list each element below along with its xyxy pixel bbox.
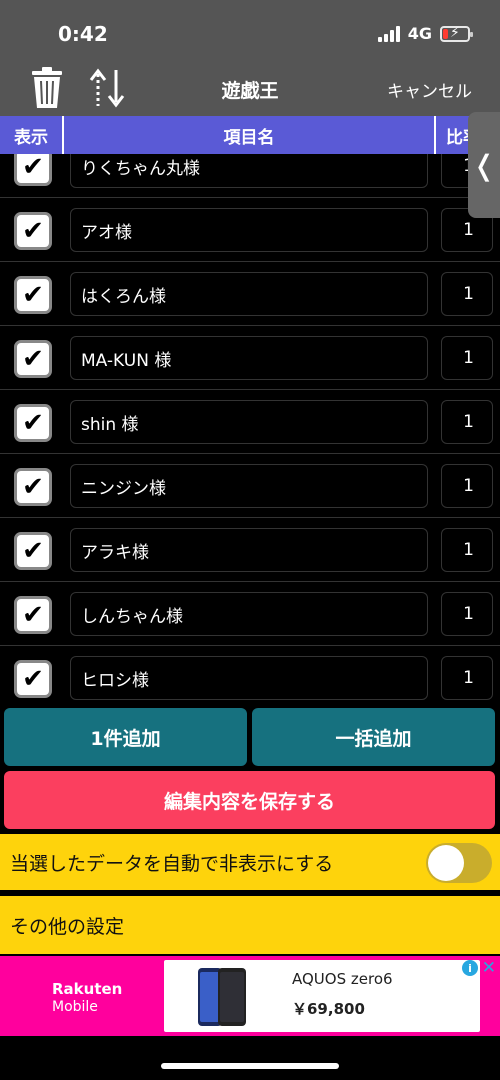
network-type: 4G bbox=[407, 24, 432, 43]
info-icon[interactable]: i bbox=[462, 960, 478, 976]
header-show: 表示 bbox=[0, 116, 64, 154]
table-header: 表示 項目名 比率 bbox=[0, 116, 500, 154]
list-item: ✔ アオ様 1 bbox=[0, 198, 500, 262]
list-item: ✔ りくちゃん丸様 1 bbox=[0, 154, 500, 198]
show-checkbox[interactable]: ✔ bbox=[14, 212, 52, 250]
checkmark-icon: ✔ bbox=[22, 344, 44, 374]
header-name: 項目名 bbox=[64, 116, 436, 154]
item-name-input[interactable]: shin 様 bbox=[70, 400, 428, 444]
checkmark-icon: ✔ bbox=[22, 600, 44, 630]
toggle-knob bbox=[428, 845, 464, 881]
save-button[interactable]: 編集内容を保存する bbox=[4, 771, 495, 829]
auto-hide-label: 当選したデータを自動で非表示にする bbox=[10, 852, 334, 875]
other-settings-label: その他の設定 bbox=[10, 915, 125, 938]
item-name-input[interactable]: ニンジン様 bbox=[70, 464, 428, 508]
show-checkbox[interactable]: ✔ bbox=[14, 596, 52, 634]
ad-brand: Rakuten Mobile bbox=[52, 980, 122, 1016]
close-icon[interactable]: ✕ bbox=[482, 958, 496, 978]
checkmark-icon: ✔ bbox=[22, 472, 44, 502]
ad-banner[interactable]: Rakuten Mobile AQUOS zero6 ￥69,800 i ✕ bbox=[0, 956, 500, 1036]
list-item: ✔ ニンジン様 1 bbox=[0, 454, 500, 518]
signal-icon bbox=[377, 25, 400, 42]
status-time: 0:42 bbox=[58, 22, 108, 46]
phone-image bbox=[198, 968, 246, 1026]
home-indicator bbox=[161, 1063, 339, 1069]
other-settings-button[interactable]: その他の設定 bbox=[0, 896, 500, 954]
list-item: ✔ はくろん様 1 bbox=[0, 262, 500, 326]
list-item: ✔ アラキ様 1 bbox=[0, 518, 500, 582]
side-panel-tab[interactable]: ❬ bbox=[468, 112, 500, 218]
show-checkbox[interactable]: ✔ bbox=[14, 468, 52, 506]
checkmark-icon: ✔ bbox=[22, 408, 44, 438]
show-checkbox[interactable]: ✔ bbox=[14, 404, 52, 442]
item-ratio-input[interactable]: 1 bbox=[441, 464, 493, 508]
auto-hide-setting: 当選したデータを自動で非表示にする bbox=[0, 834, 500, 890]
status-bar: 0:42 4G ⚡ bbox=[0, 0, 500, 64]
checkmark-icon: ✔ bbox=[22, 536, 44, 566]
cancel-button[interactable]: キャンセル bbox=[387, 77, 472, 102]
battery-icon: ⚡ bbox=[440, 25, 473, 42]
checkmark-icon: ✔ bbox=[22, 216, 44, 246]
item-ratio-input[interactable]: 1 bbox=[441, 400, 493, 444]
ad-product-name: AQUOS zero6 bbox=[292, 970, 393, 988]
item-name-input[interactable]: はくろん様 bbox=[70, 272, 428, 316]
item-name-input[interactable]: アオ様 bbox=[70, 208, 428, 252]
list-item: ✔ ヒロシ様 1 bbox=[0, 646, 500, 706]
list-item: ✔ MA-KUN 様 1 bbox=[0, 326, 500, 390]
ad-brand-name: Rakuten bbox=[52, 980, 123, 998]
item-list[interactable]: ✔ りくちゃん丸様 1 ✔ アオ様 1 ✔ はくろん様 1 ✔ MA-KUN 様… bbox=[0, 154, 500, 706]
item-name-input[interactable]: MA-KUN 様 bbox=[70, 336, 428, 380]
show-checkbox[interactable]: ✔ bbox=[14, 660, 52, 698]
nav-bar: 遊戯王 キャンセル bbox=[0, 64, 500, 116]
show-checkbox[interactable]: ✔ bbox=[14, 154, 52, 186]
checkmark-icon: ✔ bbox=[22, 664, 44, 694]
item-name-input[interactable]: しんちゃん様 bbox=[70, 592, 428, 636]
ad-product-price: ￥69,800 bbox=[292, 1000, 365, 1018]
auto-hide-toggle[interactable] bbox=[426, 843, 492, 883]
checkmark-icon: ✔ bbox=[22, 280, 44, 310]
add-one-button[interactable]: 1件追加 bbox=[4, 708, 247, 766]
list-item: ✔ shin 様 1 bbox=[0, 390, 500, 454]
item-ratio-input[interactable]: 1 bbox=[441, 336, 493, 380]
item-name-input[interactable]: りくちゃん丸様 bbox=[70, 154, 428, 188]
show-checkbox[interactable]: ✔ bbox=[14, 276, 52, 314]
show-checkbox[interactable]: ✔ bbox=[14, 340, 52, 378]
item-name-input[interactable]: アラキ様 bbox=[70, 528, 428, 572]
show-checkbox[interactable]: ✔ bbox=[14, 532, 52, 570]
item-ratio-input[interactable]: 1 bbox=[441, 272, 493, 316]
ad-product-card[interactable]: AQUOS zero6 ￥69,800 bbox=[164, 960, 480, 1032]
item-name-input[interactable]: ヒロシ様 bbox=[70, 656, 428, 700]
item-ratio-input[interactable]: 1 bbox=[441, 656, 493, 700]
item-ratio-input[interactable]: 1 bbox=[441, 592, 493, 636]
ad-brand-sub: Mobile bbox=[52, 999, 98, 1015]
add-bulk-button[interactable]: 一括追加 bbox=[252, 708, 495, 766]
list-item: ✔ しんちゃん様 1 bbox=[0, 582, 500, 646]
status-indicators: 4G ⚡ bbox=[377, 24, 473, 43]
checkmark-icon: ✔ bbox=[22, 154, 44, 182]
item-ratio-input[interactable]: 1 bbox=[441, 528, 493, 572]
chevron-left-icon: ❬ bbox=[472, 148, 496, 182]
